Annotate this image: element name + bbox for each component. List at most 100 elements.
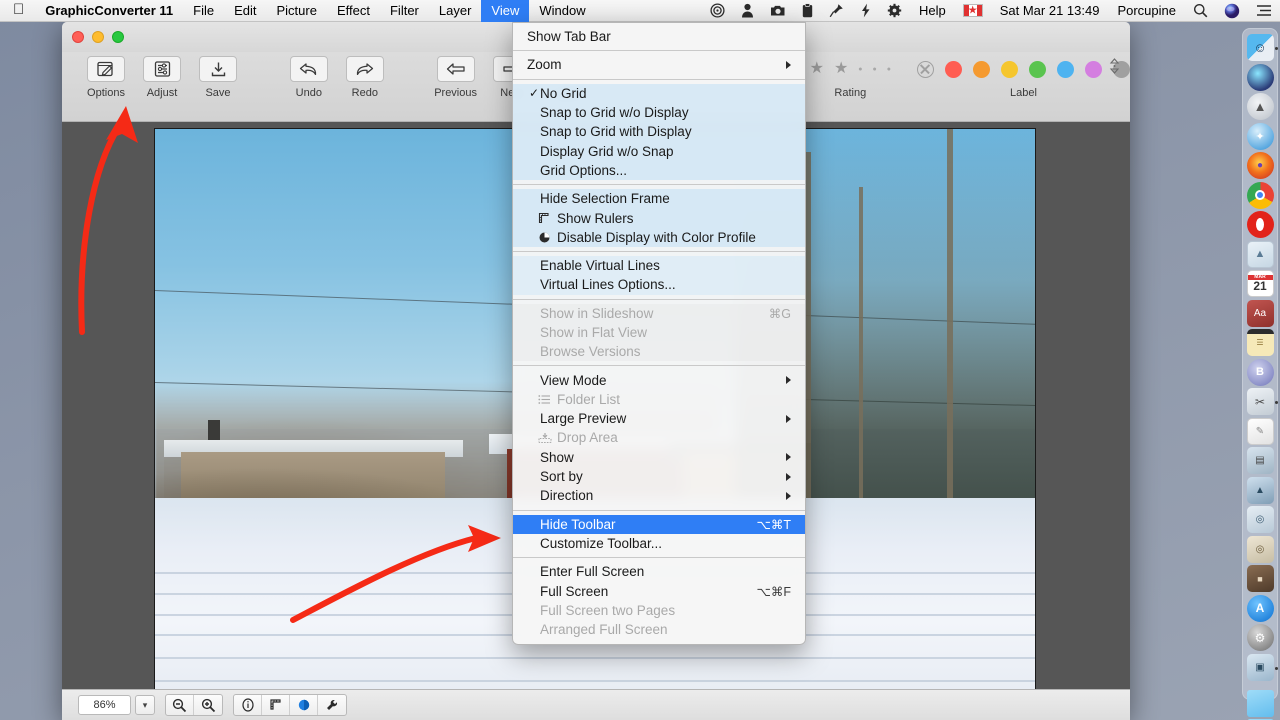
dock-item-screenshot-tool[interactable]: ◎ bbox=[1246, 506, 1274, 533]
label-swatch-orange[interactable] bbox=[972, 60, 990, 78]
toolbar-button-save[interactable]: Save bbox=[192, 56, 244, 99]
dock-item-opera[interactable] bbox=[1246, 211, 1274, 238]
dock-item-system-preferences[interactable]: ⚙ bbox=[1246, 624, 1274, 651]
notification-center-icon[interactable] bbox=[1248, 0, 1280, 22]
toolbar-overflow-icon[interactable] bbox=[1109, 58, 1120, 74]
dock-item-notes[interactable]: ☰ bbox=[1246, 329, 1274, 356]
label-swatch-red[interactable] bbox=[944, 60, 962, 78]
gear-icon[interactable] bbox=[879, 0, 910, 22]
rating-star-1[interactable]: ★ bbox=[810, 61, 824, 77]
zoom-in-icon[interactable] bbox=[194, 695, 222, 715]
bolt-icon[interactable] bbox=[852, 0, 879, 22]
rating-star-3[interactable]: ● bbox=[858, 66, 862, 73]
dock-item-folder-utility[interactable]: ▤ bbox=[1246, 447, 1274, 474]
zoom-out-icon[interactable] bbox=[166, 695, 194, 715]
menubar-user-name[interactable]: Porcupine bbox=[1108, 3, 1185, 18]
toolbar-button-redo[interactable]: Redo bbox=[339, 56, 391, 99]
label-swatch-yellow[interactable] bbox=[1000, 60, 1018, 78]
dock-item-maps[interactable]: ◎ bbox=[1246, 535, 1274, 563]
label-swatch-green[interactable] bbox=[1028, 60, 1046, 78]
label-swatch-purple[interactable] bbox=[1084, 60, 1102, 78]
dock-item-image-capture[interactable]: ▲ bbox=[1246, 476, 1274, 504]
menubar-item-help[interactable]: Help bbox=[910, 3, 955, 18]
menu-item-disable-display-with-color-profile[interactable]: Disable Display with Color Profile bbox=[513, 228, 805, 247]
target-icon[interactable] bbox=[702, 0, 733, 22]
menu-item-enable-virtual-lines[interactable]: Enable Virtual Lines bbox=[513, 256, 805, 275]
menu-item-snap-to-grid-wo-display[interactable]: Snap to Grid w/o Display bbox=[513, 103, 805, 122]
zoom-button[interactable] bbox=[112, 31, 124, 43]
label-color-swatches[interactable] bbox=[916, 56, 1130, 82]
rating-star-5[interactable]: ● bbox=[887, 66, 891, 73]
menubar-app-name[interactable]: GraphicConverter 11 bbox=[35, 0, 183, 22]
menu-item-zoom[interactable]: Zoom bbox=[513, 55, 805, 74]
chevron-down-icon[interactable]: ▾ bbox=[135, 695, 155, 715]
pin-icon[interactable] bbox=[821, 0, 852, 22]
toolbar-button-adjust[interactable]: Adjust bbox=[136, 56, 188, 99]
menu-item-display-grid-wo-snap[interactable]: Display Grid w/o Snap bbox=[513, 141, 805, 160]
menu-item-full-screen[interactable]: Full Screen ⌥⌘F bbox=[513, 581, 805, 600]
rating-star-4[interactable]: ● bbox=[873, 66, 877, 73]
menubar-item-window[interactable]: Window bbox=[529, 0, 595, 22]
no-label-icon[interactable] bbox=[916, 60, 934, 78]
menu-item-grid-options[interactable]: Grid Options... bbox=[513, 161, 805, 180]
person-icon[interactable] bbox=[733, 0, 762, 22]
menubar-item-file[interactable]: File bbox=[183, 0, 224, 22]
info-icon[interactable] bbox=[234, 695, 262, 715]
menu-item-show-rulers[interactable]: Show Rulers bbox=[513, 208, 805, 227]
dock-item-photos[interactable]: ■ bbox=[1246, 565, 1274, 592]
menubar-item-edit[interactable]: Edit bbox=[224, 0, 266, 22]
dock-item-utilities-stack[interactable]: ▣ bbox=[1246, 653, 1278, 681]
dock-item-preview[interactable]: ▲ bbox=[1246, 240, 1274, 268]
label-swatch-blue[interactable] bbox=[1056, 60, 1074, 78]
menubar-item-filter[interactable]: Filter bbox=[380, 0, 429, 22]
menubar-item-effect[interactable]: Effect bbox=[327, 0, 380, 22]
menubar-item-picture[interactable]: Picture bbox=[267, 0, 327, 22]
search-icon[interactable] bbox=[1185, 0, 1216, 22]
menu-item-no-grid[interactable]: ✓ No Grid bbox=[513, 84, 805, 103]
toolbar-button-options[interactable]: Options bbox=[80, 56, 132, 99]
dock-item-finder[interactable]: ☺ bbox=[1246, 34, 1278, 61]
dock-item-chrome[interactable] bbox=[1246, 181, 1274, 209]
menu-item-virtual-lines-options[interactable]: Virtual Lines Options... bbox=[513, 275, 805, 294]
close-button[interactable] bbox=[72, 31, 84, 43]
menubar-item-layer[interactable]: Layer bbox=[429, 0, 482, 22]
menu-item-show[interactable]: Show bbox=[513, 448, 805, 467]
ruler-icon[interactable] bbox=[262, 695, 290, 715]
dock-item-system-preferences-alt[interactable] bbox=[1246, 63, 1274, 91]
clipboard-icon[interactable] bbox=[794, 0, 821, 22]
menu-item-customize-toolbar[interactable]: Customize Toolbar... bbox=[513, 534, 805, 553]
dock-item-folder-downloads[interactable] bbox=[1246, 689, 1274, 717]
rating-stars[interactable]: ★ ★ ● ● ● bbox=[810, 56, 891, 82]
menubar-clock[interactable]: Sat Mar 21 13:49 bbox=[991, 3, 1109, 18]
menubar-item-view[interactable]: View bbox=[481, 0, 530, 22]
zoom-level-input[interactable]: 86% bbox=[78, 695, 131, 715]
camera-icon[interactable] bbox=[762, 0, 794, 22]
menu-item-view-mode[interactable]: View Mode bbox=[513, 370, 805, 389]
dock-item-launchpad[interactable]: ▲ bbox=[1246, 93, 1274, 120]
toolbar-button-previous[interactable]: Previous bbox=[430, 56, 482, 99]
menu-item-direction[interactable]: Direction bbox=[513, 486, 805, 505]
menu-item-snap-to-grid-with-display[interactable]: Snap to Grid with Display bbox=[513, 122, 805, 141]
menu-item-show-tab-bar[interactable]: Show Tab Bar bbox=[513, 27, 805, 46]
dock-item-firefox[interactable]: ● bbox=[1246, 152, 1274, 179]
dock-item-calendar[interactable]: MAR 21 bbox=[1246, 270, 1274, 297]
apple-logo-icon[interactable]:  bbox=[0, 0, 35, 22]
dock-item-safari[interactable]: ✦ bbox=[1246, 122, 1274, 150]
dock-item-textedit[interactable]: ✎ bbox=[1246, 417, 1274, 445]
rating-star-2[interactable]: ★ bbox=[834, 61, 848, 77]
toolbar-button-undo[interactable]: Undo bbox=[283, 56, 335, 99]
minimize-button[interactable] bbox=[92, 31, 104, 43]
siri-icon[interactable] bbox=[1216, 0, 1248, 22]
dock-item-bbedit[interactable]: B bbox=[1246, 358, 1274, 386]
menu-item-hide-selection-frame[interactable]: Hide Selection Frame bbox=[513, 189, 805, 208]
dock-item-graphicconverter[interactable]: ✂ bbox=[1246, 388, 1278, 415]
dock-item-app-store[interactable]: A bbox=[1246, 594, 1274, 622]
menu-item-large-preview[interactable]: Large Preview bbox=[513, 409, 805, 428]
wrench-icon[interactable] bbox=[318, 695, 346, 715]
toolbar-rating-control[interactable]: ★ ★ ● ● ● Rating bbox=[810, 56, 891, 100]
menu-item-enter-full-screen[interactable]: Enter Full Screen bbox=[513, 562, 805, 581]
dock-item-dictionary[interactable]: Aa bbox=[1246, 299, 1274, 327]
menu-item-hide-toolbar[interactable]: Hide Toolbar ⌥⌘T bbox=[513, 514, 805, 534]
color-profile-icon[interactable] bbox=[290, 695, 318, 715]
toolbar-label-control[interactable]: Label bbox=[916, 56, 1130, 99]
